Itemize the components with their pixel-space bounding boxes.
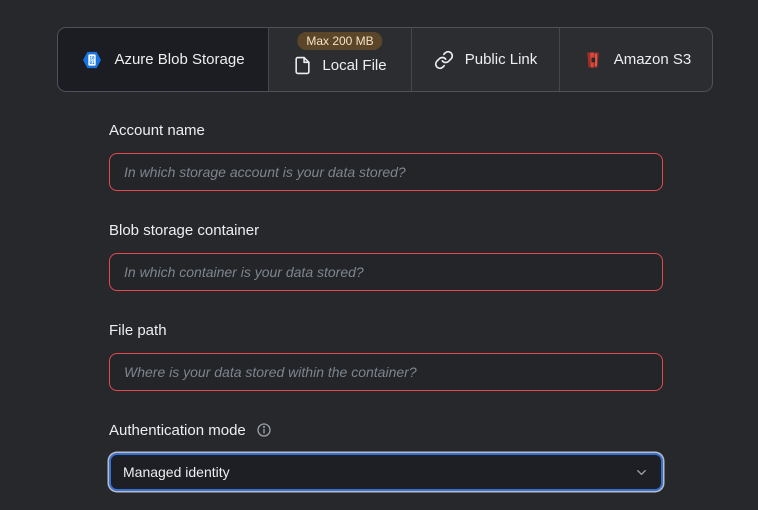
chevron-down-icon — [634, 465, 649, 480]
blob-container-label: Blob storage container — [109, 222, 259, 239]
s3-icon — [583, 50, 603, 70]
tab-azure-blob-storage[interactable]: 10 01 Azure Blob Storage — [58, 28, 268, 91]
tab-local-file[interactable]: Max 200 MB Local File — [268, 28, 411, 91]
file-path-input[interactable] — [109, 353, 663, 391]
max-size-badge: Max 200 MB — [297, 32, 382, 50]
tab-label: Local File — [322, 57, 386, 74]
link-icon — [434, 50, 454, 70]
tab-public-link[interactable]: Public Link — [411, 28, 559, 91]
account-name-input[interactable] — [109, 153, 663, 191]
data-source-tabbar: 10 01 Azure Blob Storage Max 200 MB Loca… — [57, 27, 713, 92]
tab-label: Public Link — [465, 51, 538, 68]
info-icon[interactable] — [256, 422, 272, 438]
azure-blob-config-form: Account name Blob storage container File… — [109, 120, 663, 491]
authentication-mode-select[interactable]: Managed identity — [109, 453, 663, 491]
tab-label: Amazon S3 — [614, 51, 692, 68]
account-name-label: Account name — [109, 122, 205, 139]
tab-amazon-s3[interactable]: Amazon S3 — [559, 28, 713, 91]
azure-blob-icon: 10 01 — [81, 49, 103, 71]
blob-container-input[interactable] — [109, 253, 663, 291]
file-path-label: File path — [109, 322, 167, 339]
authentication-mode-value: Managed identity — [123, 464, 230, 480]
file-icon — [293, 55, 312, 76]
svg-text:01: 01 — [90, 59, 96, 64]
tab-label: Azure Blob Storage — [114, 51, 244, 68]
authentication-mode-label: Authentication mode — [109, 422, 246, 439]
